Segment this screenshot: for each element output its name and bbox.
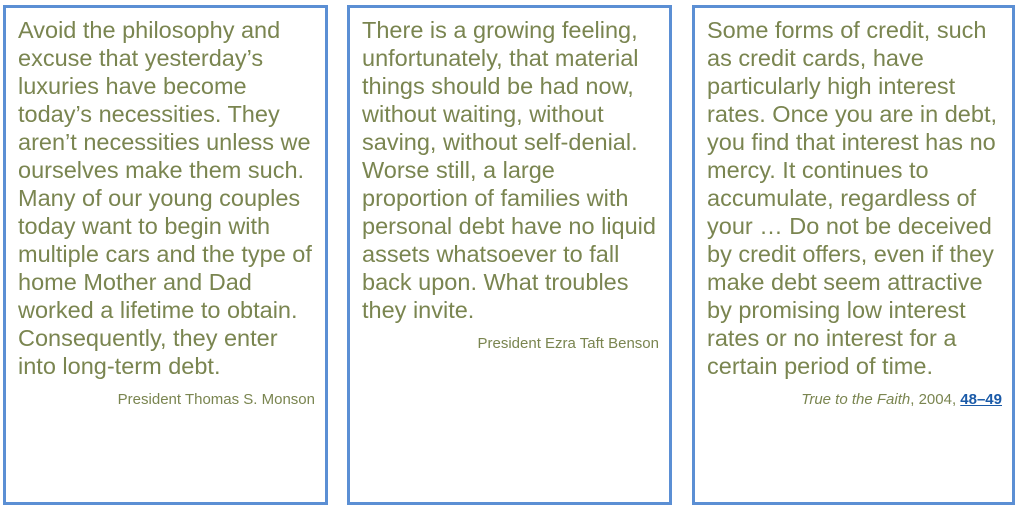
quote-card-monson: Avoid the philosophy and excuse that yes… (3, 5, 328, 505)
source-title: True to the Faith (801, 391, 911, 408)
quote-attribution: President Ezra Taft Benson (477, 335, 660, 352)
quote-source: True to the Faith, 2004, 48–49 (707, 390, 1002, 410)
source-pages-link[interactable]: 48–49 (960, 391, 1002, 408)
quote-card-true-to-the-faith: Some forms of credit, such as credit car… (692, 5, 1015, 505)
quote-text: Avoid the philosophy and excuse that yes… (18, 17, 312, 379)
source-year: , 2004, (910, 391, 961, 408)
quote-attribution: President Thomas S. Monson (117, 391, 315, 408)
quote-text: There is a growing feeling, unfortunatel… (362, 17, 656, 323)
quote-text: Some forms of credit, such as credit car… (707, 17, 997, 379)
quote-card-benson: There is a growing feeling, unfortunatel… (347, 5, 672, 505)
